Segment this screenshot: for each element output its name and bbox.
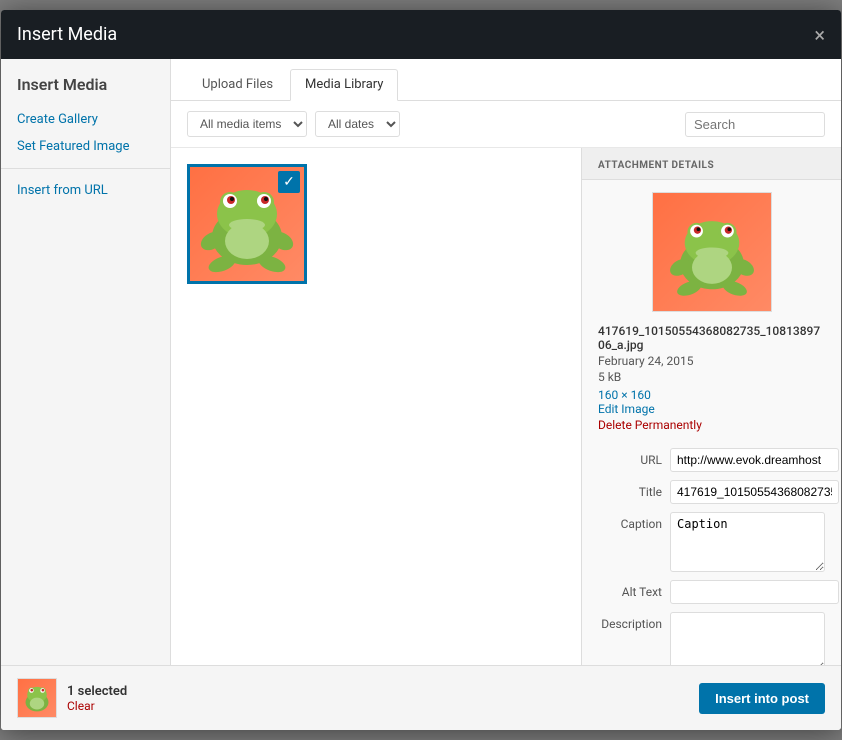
modal-body: Insert Media Create Gallery Set Featured… [1,59,841,665]
alt-text-field-row: Alt Text [598,580,825,604]
file-size: 5 kB [598,370,825,384]
caption-textarea[interactable]: Caption [670,512,825,572]
details-thumb-img [652,192,772,312]
sidebar-item-set-featured-image[interactable]: Set Featured Image [1,133,170,160]
media-item[interactable]: ✓ [187,164,307,284]
modal-header: Insert Media × [1,10,841,59]
tab-media-library[interactable]: Media Library [290,69,398,101]
title-input[interactable] [670,480,839,504]
url-field-row: URL [598,448,825,472]
content-area: Upload Files Media Library All media ite… [171,59,841,665]
file-date: February 24, 2015 [598,354,825,368]
insert-media-modal: Insert Media × Insert Media Create Galle… [1,10,841,730]
sidebar-title: Insert Media [1,75,170,106]
attachment-details-panel: ATTACHMENT DETAILS [581,148,841,665]
file-dimensions-link[interactable]: 160 × 160 [598,388,825,402]
insert-into-post-button[interactable]: Insert into post [699,683,825,714]
title-field-row: Title [598,480,825,504]
filter-date[interactable]: All dates [315,111,400,137]
caption-label: Caption [598,512,670,531]
footer-thumbnail [17,678,57,718]
modal-title: Insert Media [17,24,117,45]
title-label: Title [598,480,670,499]
modal-footer: 1 selected Clear Insert into post [1,665,841,730]
close-button[interactable]: × [814,25,825,45]
media-grid: ✓ [171,148,581,665]
edit-image-link[interactable]: Edit Image [598,402,825,416]
footer-selected-info: 1 selected Clear [17,678,127,718]
alt-text-input[interactable] [670,580,839,604]
footer-count-clear: 1 selected Clear [67,684,127,713]
details-frog-image [662,202,762,302]
alt-text-label: Alt Text [598,580,670,599]
selected-count: 1 selected [67,684,127,699]
description-label: Description [598,612,670,631]
attachment-details-title: ATTACHMENT DETAILS [582,148,841,180]
file-metadata: 417619_10150554368082735_1081389706_a.jp… [582,324,841,440]
tab-upload-files[interactable]: Upload Files [187,69,288,100]
sidebar-item-insert-from-url[interactable]: Insert from URL [1,177,170,204]
media-item-selected-check: ✓ [278,171,300,193]
url-label: URL [598,448,670,467]
filter-media-type[interactable]: All media items [187,111,307,137]
search-input[interactable] [685,112,825,137]
tab-bar: Upload Files Media Library [171,59,841,101]
description-textarea[interactable] [670,612,825,665]
content-main: ✓ ATTACHMENT DETAILS [171,148,841,665]
sidebar-divider [1,168,170,169]
footer-frog-thumb [19,680,55,716]
sidebar-item-create-gallery[interactable]: Create Gallery [1,106,170,133]
sidebar: Insert Media Create Gallery Set Featured… [1,59,171,665]
url-input[interactable] [670,448,839,472]
details-thumbnail [582,180,841,324]
caption-field-row: Caption Caption [598,512,825,572]
media-toolbar: All media items All dates [171,101,841,148]
delete-image-link[interactable]: Delete Permanently [598,418,825,432]
attachment-fields: URL Title Caption Caption Alt Text [582,440,841,665]
file-name: 417619_10150554368082735_1081389706_a.jp… [598,324,825,352]
clear-selection-link[interactable]: Clear [67,699,127,713]
description-field-row: Description [598,612,825,665]
